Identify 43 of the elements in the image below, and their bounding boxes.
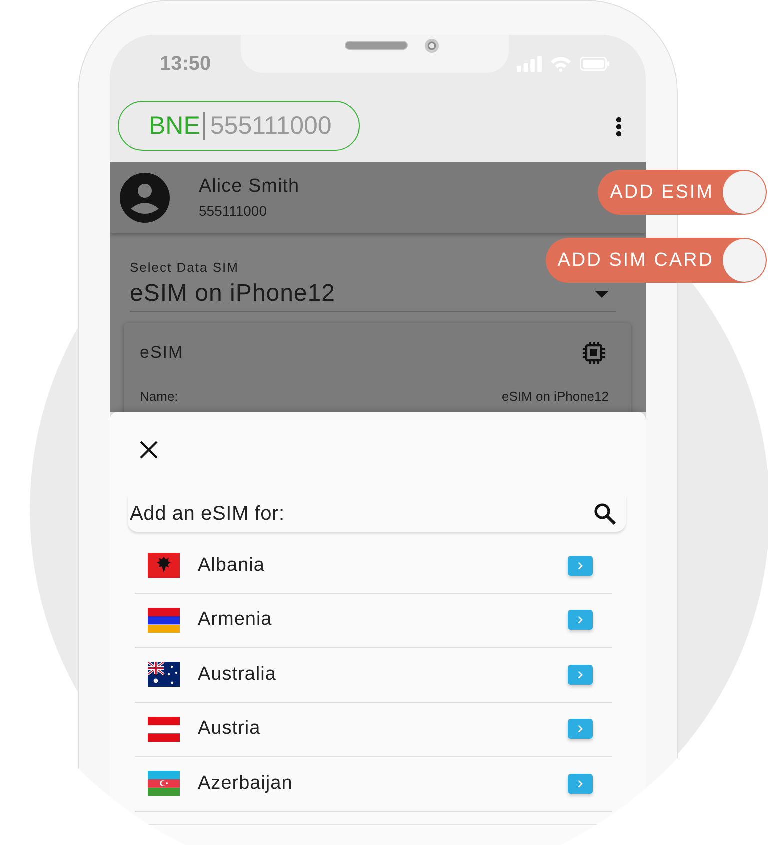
contact-name: Alice Smith <box>199 176 300 198</box>
country-row[interactable]: Austria <box>135 702 612 757</box>
phone-number: 555111000 <box>210 111 332 141</box>
country-row[interactable]: Armenia <box>135 594 612 648</box>
country-row[interactable]: Azerbaijan <box>135 757 612 812</box>
country-name: Australia <box>198 662 278 687</box>
brand-code: BNE <box>149 111 200 141</box>
chip-icon <box>583 342 605 364</box>
country-row[interactable]: Australia <box>135 648 612 702</box>
dropdown-caret-icon <box>595 290 609 298</box>
flag-icon <box>148 771 180 796</box>
speaker-grille-icon <box>345 41 408 50</box>
country-name: Azerbaijan <box>198 772 294 796</box>
avatar-icon <box>120 172 170 222</box>
field-label: Select Data SIM <box>130 260 240 276</box>
status-time: 13:50 <box>160 52 212 76</box>
country-name: Albania <box>198 554 266 578</box>
search-icon[interactable] <box>594 502 616 524</box>
arrow-button[interactable] <box>568 774 593 794</box>
chevron-right-icon <box>578 562 583 570</box>
arrow-button[interactable] <box>568 719 593 740</box>
field-value: eSIM on iPhone12 <box>502 388 609 406</box>
country-name: Austria <box>198 717 262 742</box>
contact-number: 555111000 <box>199 202 268 220</box>
close-icon[interactable] <box>140 441 158 459</box>
chevron-right-icon <box>578 670 583 679</box>
chevron-right-icon <box>578 725 583 734</box>
card-title: eSIM <box>140 342 184 364</box>
flag-icon <box>148 662 180 688</box>
flag-icon <box>148 716 180 742</box>
more-icon[interactable] <box>616 117 622 137</box>
arrow-button[interactable] <box>568 556 593 576</box>
arrow-button[interactable] <box>568 610 593 630</box>
sheet-title: Add an eSIM for: <box>130 502 285 526</box>
country-name: Armenia <box>198 608 274 632</box>
country-row[interactable]: Albania <box>135 539 612 594</box>
camera-lens-icon <box>425 39 439 53</box>
flag-icon <box>148 553 180 578</box>
arrow-button[interactable] <box>568 664 593 685</box>
chevron-right-icon <box>578 780 583 788</box>
flag-icon <box>148 608 180 633</box>
chevron-right-icon <box>578 616 583 624</box>
field-label: Name: <box>140 388 178 406</box>
